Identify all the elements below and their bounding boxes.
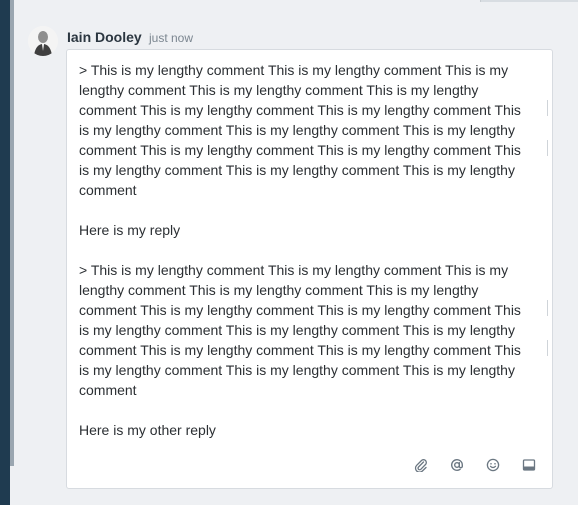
comment-toolbar xyxy=(412,456,538,474)
comment-author[interactable]: Iain Dooley xyxy=(67,29,142,45)
comment-timestamp: just now xyxy=(149,31,194,45)
line-marker xyxy=(547,140,548,156)
comment-paragraph: Here is my other reply xyxy=(79,422,216,438)
smiley-icon[interactable] xyxy=(484,456,502,474)
panel-edge xyxy=(10,0,14,466)
avatar-portrait-icon xyxy=(28,26,58,56)
line-marker xyxy=(547,300,548,316)
line-marker xyxy=(547,100,548,116)
comment-body[interactable]: > This is my lengthy comment This is my … xyxy=(79,60,529,440)
comment-paragraph: Here is my reply xyxy=(79,222,181,238)
comment-paragraph: > This is my lengthy comment This is my … xyxy=(79,262,521,398)
comment-paragraph: > This is my lengthy comment This is my … xyxy=(79,62,521,198)
paperclip-icon[interactable] xyxy=(412,456,430,474)
comment-editor[interactable]: > This is my lengthy comment This is my … xyxy=(66,49,553,489)
panel-icon[interactable] xyxy=(520,456,538,474)
at-sign-icon[interactable] xyxy=(448,456,466,474)
avatar[interactable] xyxy=(28,26,58,56)
line-marker xyxy=(547,340,548,356)
panel-top-edge xyxy=(480,0,578,2)
